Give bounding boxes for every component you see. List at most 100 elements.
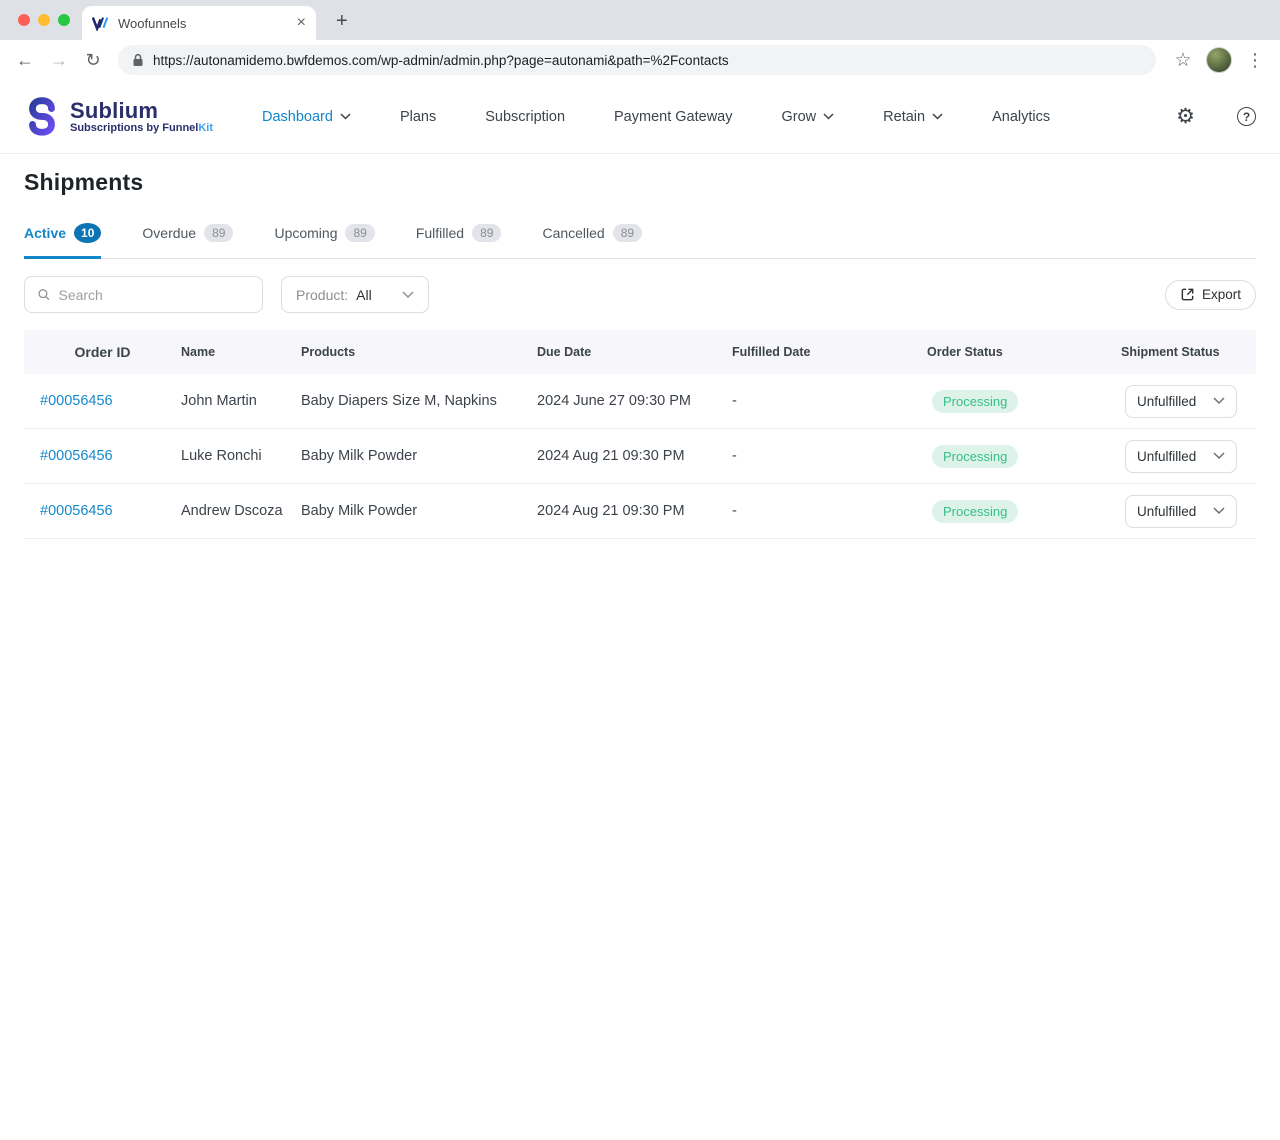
col-due-date: Due Date [537, 345, 732, 359]
back-button[interactable]: ← [10, 45, 40, 75]
chevron-down-icon [1213, 397, 1225, 405]
fulfilled-date-cell: - [732, 503, 927, 519]
tab-fulfilled[interactable]: Fulfilled89 [416, 223, 502, 259]
due-date-cell: 2024 Aug 21 09:30 PM [537, 448, 732, 464]
table-row: #00056456 Andrew Dscoza Baby Milk Powder… [24, 484, 1256, 539]
brand-tagline: Subscriptions by FunnelKit [70, 122, 213, 134]
filters-row: Product: All Export [24, 276, 1256, 313]
product-filter-value: All [356, 287, 372, 303]
browser-tab-strip: Woofunnels × + [0, 0, 1280, 40]
nav-grow[interactable]: Grow [782, 109, 835, 125]
export-icon [1180, 287, 1195, 302]
logo-text: Sublium Subscriptions by FunnelKit [70, 99, 213, 134]
customer-name: John Martin [181, 393, 301, 409]
sublium-logo-icon [24, 97, 60, 137]
header-icons: ⚙ ? [1176, 106, 1256, 127]
tab-upcoming-count: 89 [345, 224, 374, 242]
table-row: #00056456 Luke Ronchi Baby Milk Powder 2… [24, 429, 1256, 484]
tab-active[interactable]: Active10 [24, 223, 101, 259]
search-icon [37, 287, 50, 302]
products-cell: Baby Milk Powder [301, 448, 537, 464]
tab-overdue-count: 89 [204, 224, 233, 242]
close-window-button[interactable] [18, 14, 30, 26]
minimize-window-button[interactable] [38, 14, 50, 26]
sublium-logo[interactable]: Sublium Subscriptions by FunnelKit [24, 97, 238, 137]
shipment-status-dropdown[interactable]: Unfulfilled [1125, 495, 1237, 528]
chevron-down-icon [932, 113, 943, 120]
page-content: Shipments Active10 Overdue89 Upcoming89 … [0, 169, 1280, 539]
reload-button[interactable]: ↻ [78, 45, 108, 75]
chevron-down-icon [1213, 452, 1225, 460]
tab-title: Woofunnels [118, 16, 288, 31]
due-date-cell: 2024 June 27 09:30 PM [537, 393, 732, 409]
chevron-down-icon [402, 291, 414, 299]
tab-cancelled[interactable]: Cancelled89 [542, 223, 642, 259]
status-tabs: Active10 Overdue89 Upcoming89 Fulfilled8… [24, 223, 1256, 259]
col-order-status: Order Status [927, 345, 1121, 359]
lock-icon [132, 53, 144, 67]
product-filter-label: Product: [296, 287, 348, 303]
search-box[interactable] [24, 276, 263, 313]
app-header: Sublium Subscriptions by FunnelKit Dashb… [0, 80, 1280, 154]
maximize-window-button[interactable] [58, 14, 70, 26]
window-controls [18, 14, 70, 26]
products-cell: Baby Milk Powder [301, 503, 537, 519]
col-order-id: Order ID [24, 344, 181, 360]
browser-toolbar: ← → ↻ https://autonamidemo.bwfdemos.com/… [0, 40, 1280, 80]
nav-analytics[interactable]: Analytics [992, 109, 1050, 125]
export-label: Export [1202, 287, 1241, 302]
new-tab-button[interactable]: + [336, 10, 348, 33]
order-status-badge: Processing [932, 390, 1018, 413]
table-header-row: Order ID Name Products Due Date Fulfille… [24, 330, 1256, 374]
bookmark-star-icon[interactable]: ☆ [1168, 45, 1198, 75]
page-title: Shipments [24, 169, 1256, 196]
order-id-link[interactable]: #00056456 [40, 393, 113, 409]
col-products: Products [301, 345, 537, 359]
chevron-down-icon [823, 113, 834, 120]
nav-plans[interactable]: Plans [400, 109, 436, 125]
browser-tab[interactable]: Woofunnels × [82, 6, 316, 40]
shipments-table: Order ID Name Products Due Date Fulfille… [24, 330, 1256, 539]
help-icon[interactable]: ? [1237, 107, 1256, 126]
shipment-status-dropdown[interactable]: Unfulfilled [1125, 385, 1237, 418]
shipment-status-dropdown[interactable]: Unfulfilled [1125, 440, 1237, 473]
order-id-link[interactable]: #00056456 [40, 448, 113, 464]
due-date-cell: 2024 Aug 21 09:30 PM [537, 503, 732, 519]
settings-gear-icon[interactable]: ⚙ [1176, 106, 1195, 127]
order-status-badge: Processing [932, 500, 1018, 523]
nav-dashboard[interactable]: Dashboard [262, 109, 351, 125]
forward-button[interactable]: → [44, 45, 74, 75]
product-filter-dropdown[interactable]: Product: All [281, 276, 429, 313]
nav-subscription[interactable]: Subscription [485, 109, 565, 125]
profile-avatar[interactable] [1206, 47, 1232, 73]
products-cell: Baby Diapers Size M, Napkins [301, 393, 537, 409]
nav-retain[interactable]: Retain [883, 109, 943, 125]
tab-overdue[interactable]: Overdue89 [142, 223, 233, 259]
col-name: Name [181, 345, 301, 359]
url-text: https://autonamidemo.bwfdemos.com/wp-adm… [153, 53, 729, 68]
col-fulfilled-date: Fulfilled Date [732, 345, 927, 359]
browser-menu-icon[interactable]: ⋮ [1240, 45, 1270, 75]
nav-payment-gateway[interactable]: Payment Gateway [614, 109, 732, 125]
order-status-badge: Processing [932, 445, 1018, 468]
tab-active-count: 10 [74, 223, 101, 243]
customer-name: Andrew Dscoza [181, 503, 301, 519]
col-shipment-status: Shipment Status [1121, 345, 1256, 359]
chevron-down-icon [340, 113, 351, 120]
fulfilled-date-cell: - [732, 448, 927, 464]
woofunnels-favicon-icon [92, 16, 109, 31]
export-button[interactable]: Export [1165, 280, 1256, 310]
tab-cancelled-count: 89 [613, 224, 642, 242]
chevron-down-icon [1213, 507, 1225, 515]
customer-name: Luke Ronchi [181, 448, 301, 464]
table-row: #00056456 John Martin Baby Diapers Size … [24, 374, 1256, 429]
search-input[interactable] [58, 287, 250, 303]
fulfilled-date-cell: - [732, 393, 927, 409]
tab-fulfilled-count: 89 [472, 224, 501, 242]
order-id-link[interactable]: #00056456 [40, 503, 113, 519]
main-navigation: Dashboard Plans Subscription Payment Gat… [262, 109, 1166, 125]
address-bar[interactable]: https://autonamidemo.bwfdemos.com/wp-adm… [118, 45, 1156, 75]
brand-name: Sublium [70, 99, 213, 122]
tab-upcoming[interactable]: Upcoming89 [274, 223, 374, 259]
tab-close-icon[interactable]: × [297, 15, 306, 31]
